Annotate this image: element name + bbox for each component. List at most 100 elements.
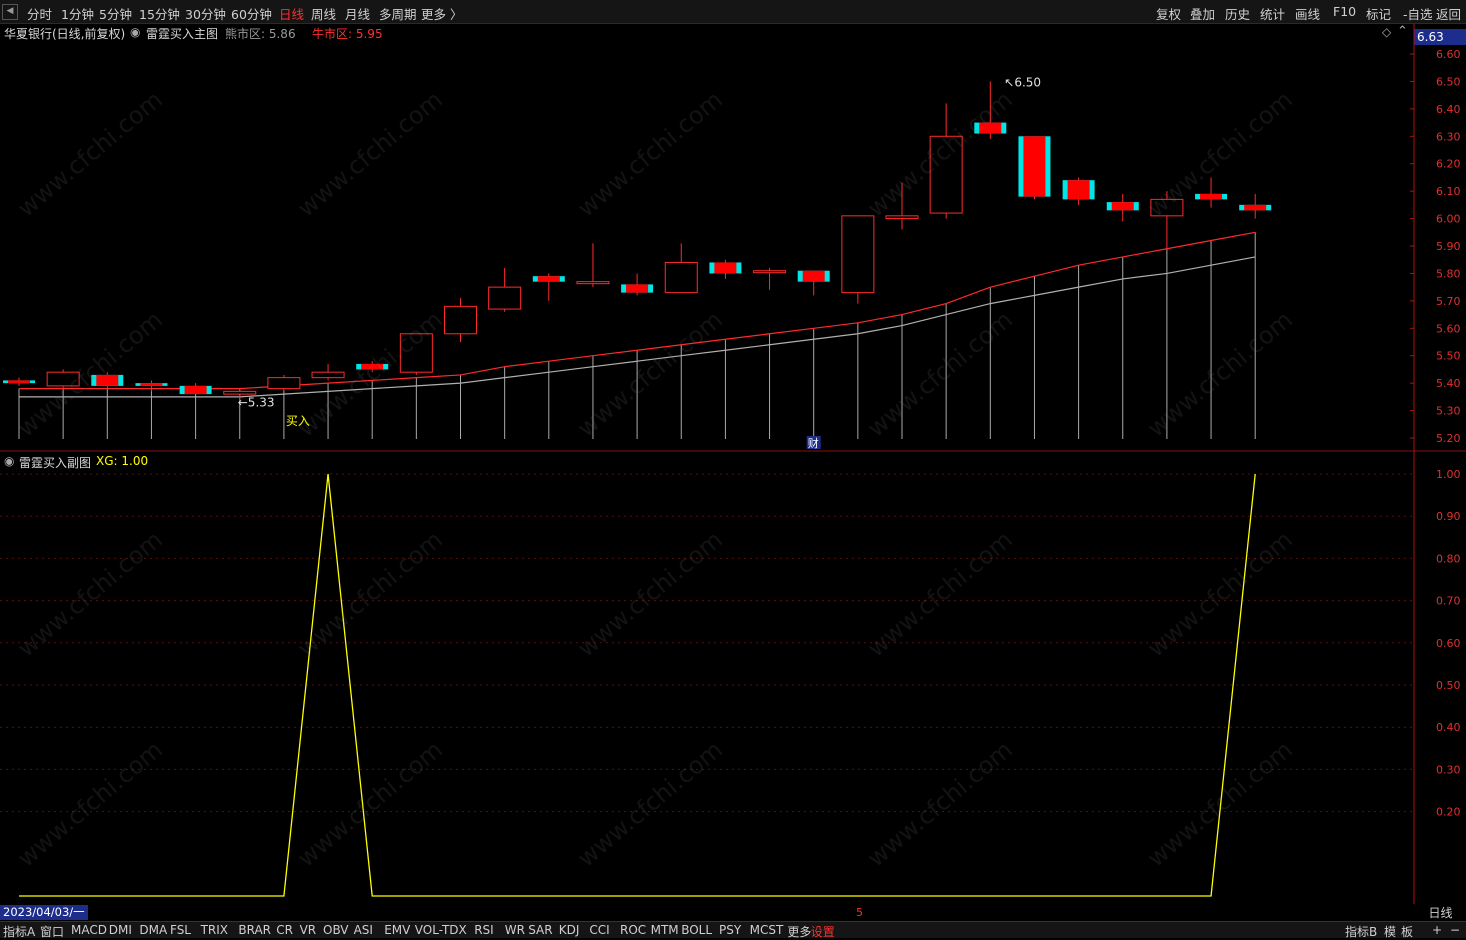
tool-button-2[interactable]: 历史	[1225, 4, 1250, 23]
sub-tick-label-2: 0.80	[1436, 552, 1461, 565]
right-tab-1[interactable]: 模	[1384, 923, 1396, 940]
candle-body-2	[96, 374, 119, 386]
sub-tick-label-7: 0.30	[1436, 763, 1461, 776]
period-marker: 5	[856, 906, 863, 919]
candle-body-16	[714, 262, 737, 274]
candle-body-4	[184, 385, 207, 395]
indicator-tab-8[interactable]: CR	[276, 923, 293, 937]
tool-button-4[interactable]: 画线	[1295, 4, 1320, 23]
tool-button-1[interactable]: 叠加	[1190, 4, 1215, 23]
price-tick-label-12: 5.40	[1436, 377, 1461, 390]
cursor-date: 2023/04/03/一	[0, 905, 88, 920]
indicator-tab-15[interactable]: WR	[505, 923, 525, 937]
indicator-tab-3[interactable]: DMI	[109, 923, 132, 937]
price-tick-label-13: 5.30	[1436, 405, 1461, 418]
candle-body-7	[311, 371, 345, 379]
candle-body-5	[223, 390, 257, 395]
indicator-tab-1[interactable]: 窗口	[40, 923, 64, 940]
candle-body-8	[361, 363, 384, 370]
period-tab-5[interactable]: 60分钟	[231, 4, 272, 23]
period-label[interactable]: 日线	[1415, 905, 1466, 921]
candle-body-20	[885, 215, 919, 220]
sub-tick-label-3: 0.70	[1436, 595, 1461, 608]
main-candlestick-chart[interactable]: 6.60 6.50 6.40 6.30 6.20 6.10 6.00 5.90 5.80 5.70…	[0, 24, 1466, 452]
indicator-tab-10[interactable]: OBV	[323, 923, 349, 937]
candle-body-3	[140, 383, 163, 386]
candle-body-0	[8, 380, 30, 384]
indicator-tab-23[interactable]: MCST	[750, 923, 784, 937]
indicator-tab-7[interactable]: BRAR	[238, 923, 271, 937]
period-tab-3[interactable]: 15分钟	[139, 4, 180, 23]
price-tick-label-14: 5.20	[1436, 432, 1461, 445]
collapse-icon[interactable]: ◀	[2, 4, 18, 20]
price-tick-label-0: 6.60	[1436, 48, 1461, 61]
period-tab-6[interactable]: 日线	[279, 4, 304, 23]
candle-body-25	[1111, 202, 1134, 211]
price-tick-label-8: 5.80	[1436, 267, 1461, 280]
indicator-tab-17[interactable]: KDJ	[559, 923, 580, 937]
indicator-tab-18[interactable]: CCI	[589, 923, 609, 937]
tool-button-0[interactable]: 复权	[1156, 4, 1181, 23]
period-tab-4[interactable]: 30分钟	[185, 4, 226, 23]
price-tick-label-4: 6.20	[1436, 158, 1461, 171]
candle-body-13	[576, 281, 610, 285]
right-tab-2[interactable]: 板	[1401, 923, 1413, 940]
indicator-tab-24[interactable]: 更多	[787, 923, 811, 940]
indicator-tab-2[interactable]: MACD	[71, 923, 107, 937]
indicator-tab-20[interactable]: MTM	[651, 923, 679, 937]
right-tab-4[interactable]: −	[1450, 923, 1460, 937]
indicator-tab-14[interactable]: RSI	[474, 923, 494, 937]
candle-body-14	[626, 284, 649, 293]
sub-tick-label-4: 0.60	[1436, 637, 1461, 650]
tool-button-8[interactable]: 返回	[1436, 4, 1461, 23]
sub-tick-label-5: 0.50	[1436, 679, 1461, 692]
candle-body-15	[664, 261, 698, 294]
indicator-tab-22[interactable]: PSY	[719, 923, 741, 937]
period-tab-0[interactable]: 分时	[27, 4, 52, 23]
candle-body-21	[929, 135, 963, 214]
indicator-tab-4[interactable]: DMA	[139, 923, 167, 937]
period-tab-2[interactable]: 5分钟	[99, 4, 132, 23]
period-tab-9[interactable]: 多周期	[379, 4, 417, 23]
sub-indicator-chart[interactable]: 1.00 0.90 0.80 0.70 0.60 0.50 0.40 0.30 0.20	[0, 452, 1466, 904]
tool-button-5[interactable]: F10	[1333, 4, 1356, 19]
indicator-tab-21[interactable]: BOLL	[681, 923, 712, 937]
candle-body-10	[444, 305, 477, 335]
tool-button-6[interactable]: 标记	[1366, 4, 1391, 23]
buy-signal-label: 买入	[286, 414, 310, 428]
price-tick-label-3: 6.30	[1436, 130, 1461, 143]
indicator-tab-9[interactable]: VR	[300, 923, 317, 937]
right-tab-3[interactable]: +	[1432, 923, 1442, 937]
indicator-tab-0[interactable]: 指标A	[3, 923, 35, 940]
indicator-tab-19[interactable]: ROC	[620, 923, 646, 937]
price-tick-label-5: 6.10	[1436, 185, 1461, 198]
indicator-tab-bar: 指标A 窗口 MACD DMI DMA FSL TRIX BRAR CR VR OBV ASI EMV V…	[0, 921, 1466, 940]
finance-badge: 财	[808, 436, 819, 450]
candle-body-27	[1200, 193, 1223, 200]
candle-body-24	[1067, 180, 1090, 200]
indicator-tab-16[interactable]: SAR	[528, 923, 552, 937]
indicator-tab-25[interactable]: 设置	[811, 923, 835, 940]
price-tick-label-10: 5.60	[1436, 322, 1461, 335]
candle-body-9	[399, 333, 433, 373]
indicator-tab-11[interactable]: ASI	[354, 923, 373, 937]
period-tab-8[interactable]: 月线	[345, 4, 370, 23]
price-tick-label-11: 5.50	[1436, 350, 1461, 363]
low-price-annotation: ←5.33	[238, 395, 275, 409]
indicator-tab-5[interactable]: FSL	[170, 923, 191, 937]
period-tab-1[interactable]: 1分钟	[61, 4, 94, 23]
candle-body-23	[1023, 136, 1046, 197]
tool-button-3[interactable]: 统计	[1260, 4, 1285, 23]
indicator-tab-12[interactable]: EMV	[384, 923, 410, 937]
candle-body-26	[1150, 198, 1184, 217]
period-tab-10[interactable]: 更多 〉	[421, 4, 462, 23]
tool-button-7[interactable]: -自选	[1403, 4, 1433, 23]
indicator-tab-6[interactable]: TRIX	[201, 923, 228, 937]
candle-body-28	[1244, 204, 1267, 211]
price-tick-label-2: 6.40	[1436, 103, 1461, 116]
candle-body-6	[267, 377, 301, 390]
indicator-tab-13[interactable]: VOL-TDX	[415, 923, 467, 937]
period-tab-7[interactable]: 周线	[311, 4, 336, 23]
right-tab-0[interactable]: 指标B	[1345, 923, 1377, 940]
candle-body-12	[537, 276, 560, 282]
